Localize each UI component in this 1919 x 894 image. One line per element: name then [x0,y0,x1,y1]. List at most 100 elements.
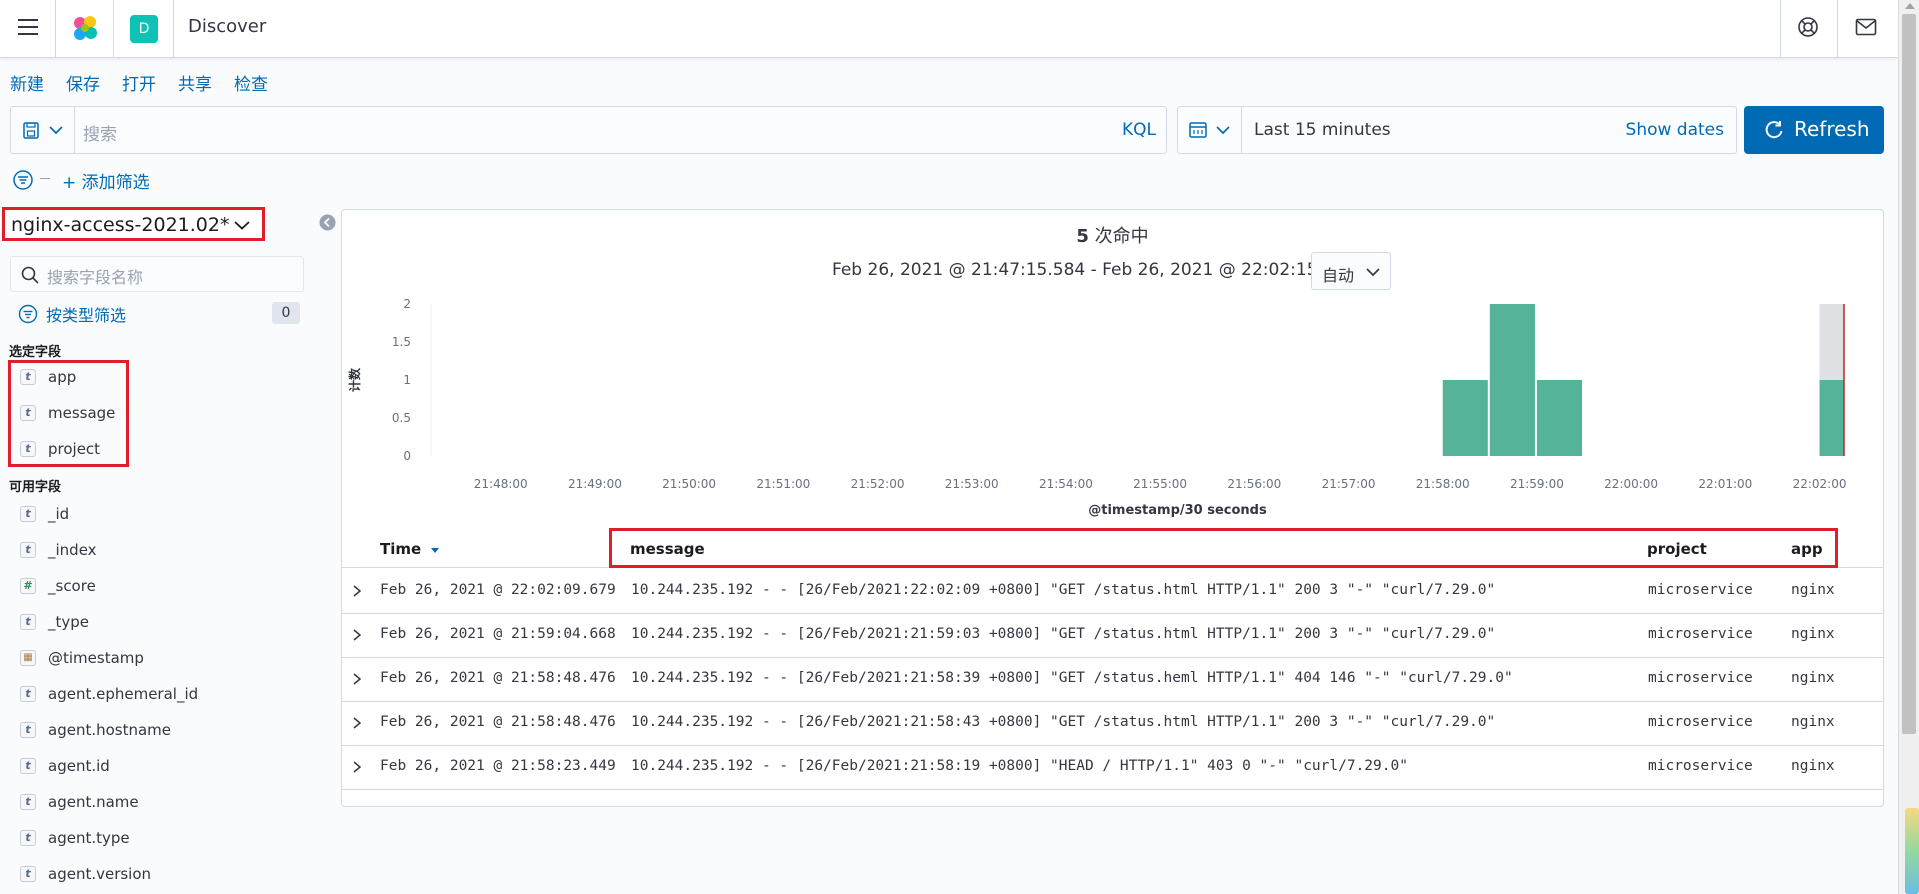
hit-count: 5 次命中 [342,222,1883,248]
x-axis-label: @timestamp/30 seconds [1088,503,1267,518]
message-cell: 10.244.235.192 - - [26/Feb/2021:21:59:03… [631,626,1496,642]
x-tick-label: 21:53:00 [945,477,999,491]
app-header: D Discover [0,0,1898,58]
expand-row-icon[interactable] [352,716,362,730]
help-icon[interactable] [1797,16,1819,38]
app-cell: nginx [1791,626,1835,642]
refresh-label: Refresh [1794,117,1870,141]
kql-toggle-button[interactable]: KQL [1122,120,1156,140]
table-row[interactable]: Feb 26, 2021 @ 21:58:48.476 10.244.235.1… [341,658,1884,702]
query-bar: 搜索 KQL [10,106,1167,154]
column-header-highlight [609,528,1838,568]
available-field[interactable]: t agent.id [20,755,110,777]
field-name: agent.id [48,757,110,775]
available-fields-title: 可用字段 [9,480,62,495]
save-icon [23,122,39,139]
collapse-sidebar-icon[interactable] [319,214,336,231]
page-scrollbar[interactable] [1898,0,1919,894]
selected-field-message[interactable]: t message [20,402,115,424]
time-column-header[interactable]: Time [380,540,440,558]
share-link[interactable]: 共享 [178,70,212,95]
string-type-icon: t [20,405,36,421]
field-name: _index [48,541,97,559]
time-picker: Last 15 minutes Show dates [1177,106,1737,154]
date-type-icon: ▦ [20,650,36,666]
expand-row-icon[interactable] [352,628,362,642]
available-field[interactable]: t _id [20,503,69,525]
menu-icon[interactable] [18,19,38,35]
time-range-text[interactable]: Last 15 minutes [1254,120,1391,140]
filter-menu-icon[interactable] [12,169,34,191]
quick-menu-button[interactable] [1178,107,1242,153]
selected-field-app[interactable]: t app [20,366,76,388]
inspect-link[interactable]: 检查 [234,70,268,95]
interval-select[interactable]: 自动 [1311,252,1391,290]
table-row[interactable]: Feb 26, 2021 @ 21:59:04.668 10.244.235.1… [341,614,1884,658]
available-field[interactable]: t agent.version [20,863,151,885]
x-tick-label: 21:48:00 [474,477,528,491]
available-field[interactable]: t _index [20,539,97,561]
available-field[interactable]: # _score [20,575,96,597]
time-range-display: Feb 26, 2021 @ 21:47:15.584 - Feb 26, 20… [832,260,1356,280]
show-dates-link[interactable]: Show dates [1626,120,1724,140]
project-cell: microservice [1648,626,1753,642]
new-link[interactable]: 新建 [10,70,44,95]
histogram-bar [1442,380,1488,456]
y-axis-label: 计数 [347,367,362,392]
project-cell: microservice [1648,582,1753,598]
available-field[interactable]: t agent.ephemeral_id [20,683,198,705]
refresh-button[interactable]: Refresh [1744,106,1884,154]
histogram-chart[interactable]: 0 0.5 1 1.5 2 计数 21:48:00 21:49:00 21:50:00 21:51… [341,290,1884,530]
app-cell: nginx [1791,670,1835,686]
x-tick-label: 21:51:00 [756,477,810,491]
sort-desc-icon[interactable] [430,546,440,554]
histogram-bar [1536,380,1583,456]
field-name: agent.hostname [48,721,172,739]
app-cell: nginx [1791,714,1835,730]
available-field[interactable]: t agent.hostname [20,719,171,741]
expand-row-icon[interactable] [352,672,362,686]
selected-field-project[interactable]: t project [20,438,100,460]
mail-icon[interactable] [1855,18,1877,36]
index-pattern-selector[interactable]: nginx-access-2021.02* [2,207,265,241]
save-link[interactable]: 保存 [66,70,100,95]
project-cell: microservice [1648,714,1753,730]
project-cell: microservice [1648,670,1753,686]
time-cell: Feb 26, 2021 @ 21:58:23.449 [380,758,616,774]
time-cell: Feb 26, 2021 @ 22:02:09.679 [380,582,616,598]
x-tick-label: 21:52:00 [851,477,905,491]
table-row[interactable]: Feb 26, 2021 @ 22:02:09.679 10.244.235.1… [341,570,1884,614]
table-row[interactable]: Feb 26, 2021 @ 21:58:23.449 10.244.235.1… [341,746,1884,790]
string-type-icon: t [20,542,36,558]
available-field[interactable]: ▦ @timestamp [20,647,144,669]
string-type-icon: t [20,369,36,385]
available-field[interactable]: t agent.type [20,827,130,849]
string-type-icon: t [20,866,36,882]
chevron-down-icon [1216,126,1230,135]
interval-value: 自动 [1322,266,1355,285]
available-field[interactable]: t _type [20,611,89,633]
space-avatar[interactable]: D [130,15,158,43]
scrollbar-thumb[interactable] [1902,14,1916,734]
filter-by-type-label: 按类型筛选 [46,306,127,325]
y-tick-label: 0 [403,449,411,463]
open-link[interactable]: 打开 [122,70,156,95]
search-input[interactable]: 搜索 [83,120,117,145]
x-tick-label: 21:56:00 [1227,477,1281,491]
x-tick-label: 21:57:00 [1322,477,1376,491]
add-filter-button[interactable]: + 添加筛选 [62,168,150,193]
table-row[interactable]: Feb 26, 2021 @ 21:58:48.476 10.244.235.1… [341,702,1884,746]
filter-icon [18,304,38,324]
project-cell: microservice [1648,758,1753,774]
expand-row-icon[interactable] [352,584,362,598]
field-name: agent.type [48,829,130,847]
elastic-logo-icon[interactable] [70,14,100,44]
histogram-bar [1819,380,1844,456]
expand-row-icon[interactable] [352,760,362,774]
field-search-input[interactable]: 搜索字段名称 [10,256,304,292]
header-divider [1780,0,1781,58]
scroll-up-arrow-icon[interactable] [1905,3,1915,9]
available-field[interactable]: t agent.name [20,791,139,813]
saved-query-button[interactable] [11,107,75,153]
app-cell: nginx [1791,582,1835,598]
